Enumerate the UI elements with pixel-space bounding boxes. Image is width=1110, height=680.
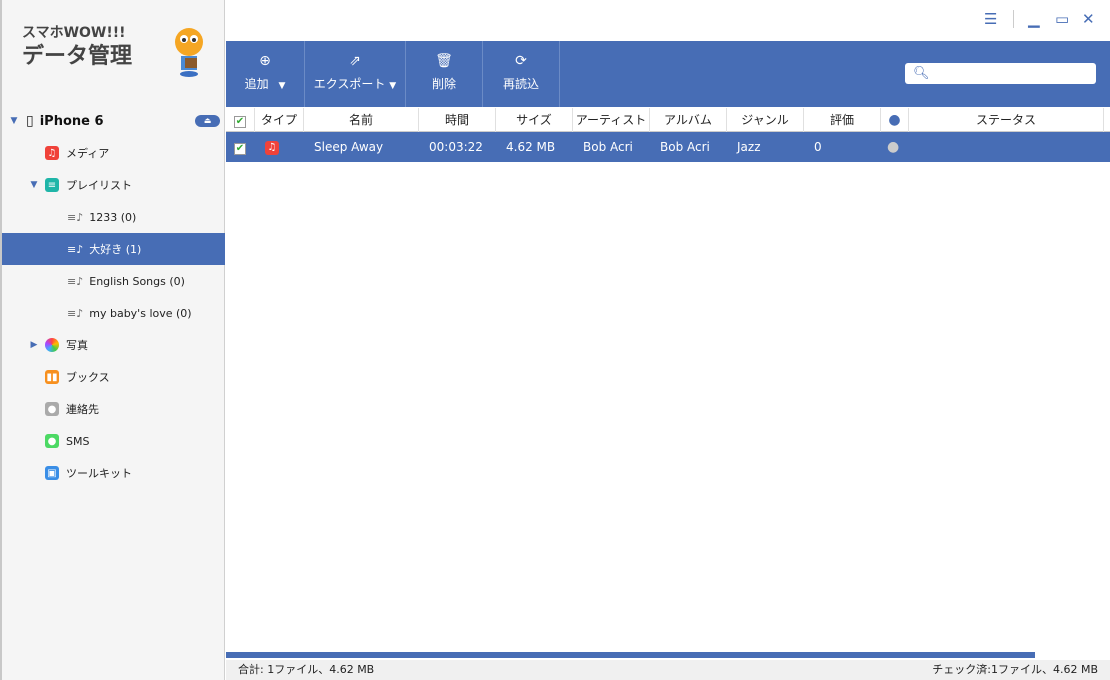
minimize-button[interactable]: ▁	[1028, 10, 1040, 28]
label: メディア	[66, 147, 110, 160]
label: 大好き (1)	[89, 243, 142, 256]
sidebar-item-books[interactable]: ▮▮ ブックス	[2, 361, 225, 393]
cell-album: Bob Acri	[660, 140, 710, 154]
playlist-icon: ≡	[45, 178, 59, 192]
col-time[interactable]: 時間	[419, 107, 496, 132]
feedback-icon[interactable]: ☰	[984, 10, 997, 28]
table-header: ✔ タイプ 名前 時間 サイズ アーティスト アルバム ジャンル 評価 ● ステ…	[226, 107, 1110, 132]
cell-artist: Bob Acri	[583, 140, 633, 154]
col-type[interactable]: タイプ	[255, 107, 304, 132]
music-type-icon: ♫	[255, 139, 304, 155]
total-summary: 合計: 1ファイル、4.62 MB	[238, 663, 375, 676]
export-button[interactable]: ⇗ エクスポート ▼	[305, 41, 406, 107]
cell-name: Sleep Away	[314, 140, 384, 154]
trash-icon: 🗑	[435, 53, 453, 69]
label: English Songs (0)	[89, 274, 185, 288]
col-album[interactable]: アルバム	[650, 107, 727, 132]
label: 写真	[66, 339, 88, 352]
label: プレイリスト	[66, 179, 132, 192]
table-row[interactable]: ✔ ♫ Sleep Away 00:03:22 4.62 MB Bob Acri…	[226, 132, 1110, 162]
playlist-item[interactable]: ≡♪ 1233 (0)	[2, 201, 225, 233]
label: ブックス	[66, 371, 110, 384]
col-genre[interactable]: ジャンル	[727, 107, 804, 132]
music-icon: ♫	[45, 146, 59, 160]
playlist-item[interactable]: ≡♪ my baby's love (0)	[2, 297, 225, 329]
divider	[1013, 10, 1014, 28]
status-bar: 合計: 1ファイル、4.62 MB チェック済:1ファイル、4.62 MB	[226, 660, 1110, 680]
playlist-icon: ≡♪	[67, 210, 84, 224]
label: 連絡先	[66, 403, 99, 416]
col-artist[interactable]: アーティスト	[573, 107, 650, 132]
sidebar-item-photos[interactable]: ▶ 写真	[2, 329, 225, 361]
device-iphone[interactable]: ▼ ▯ iPhone 6 ⏏	[2, 110, 225, 132]
row-checkbox[interactable]: ✔	[226, 140, 255, 155]
sidebar-item-sms[interactable]: ● SMS	[2, 425, 225, 457]
mascot-logo-icon	[175, 28, 203, 77]
device-name: iPhone 6	[39, 113, 104, 129]
label: SMS	[66, 434, 90, 448]
logo-line2: データ管理	[22, 44, 133, 69]
col-name[interactable]: 名前	[304, 107, 419, 132]
add-button[interactable]: ⊕ 追加 ▼	[226, 41, 305, 107]
plus-circle-icon: ⊕	[259, 53, 271, 69]
playlist-item[interactable]: ≡♪ English Songs (0)	[2, 265, 225, 297]
eject-button[interactable]: ⏏	[195, 115, 220, 127]
cell-size: 4.62 MB	[506, 140, 556, 154]
search-icon: 🔍︎	[913, 66, 930, 81]
col-status[interactable]: ステータス	[909, 107, 1104, 132]
col-size[interactable]: サイズ	[496, 107, 573, 132]
checked-summary: チェック済:1ファイル、4.62 MB	[932, 663, 1098, 676]
label: 追加	[244, 77, 269, 91]
cell-time: 00:03:22	[429, 140, 483, 154]
cell-rating: 0	[814, 140, 822, 154]
col-rating[interactable]: 評価	[804, 107, 881, 132]
phone-icon: ▯	[26, 113, 34, 129]
sidebar-item-toolkit[interactable]: ▣ ツールキット	[2, 457, 225, 489]
book-icon: ▮▮	[45, 370, 59, 384]
label: my baby's love (0)	[89, 306, 192, 320]
refresh-icon: ⟳	[515, 53, 527, 69]
playlist-icon: ≡♪	[67, 306, 84, 320]
dropdown-arrow-icon[interactable]: ▼	[389, 81, 396, 91]
playlist-icon: ≡♪	[67, 242, 84, 256]
reload-button[interactable]: ⟳ 再読込	[483, 41, 560, 107]
label: ツールキット	[66, 467, 132, 480]
itunes-status-icon: ●	[887, 139, 900, 155]
label: 削除	[431, 77, 456, 91]
sidebar-item-contacts[interactable]: ● 連絡先	[2, 393, 225, 425]
message-icon: ●	[45, 434, 59, 448]
label: 1233 (0)	[89, 210, 137, 224]
toolkit-icon: ▣	[45, 466, 59, 480]
playlist-item-selected[interactable]: ≡♪ 大好き (1)	[2, 233, 225, 265]
sidebar-item-playlist[interactable]: ▼ ≡ プレイリスト	[2, 169, 225, 201]
export-icon: ⇗	[349, 53, 361, 69]
contacts-icon: ●	[45, 402, 59, 416]
expand-arrow-icon[interactable]: ▼	[28, 180, 40, 190]
sidebar-item-media[interactable]: ♫ メディア	[2, 137, 225, 169]
sidebar: スマホWOW!!! データ管理 ▼ ▯ iPhone 6 ⏏ ♫ メディア ▼ ≡ プ…	[0, 0, 225, 680]
close-button[interactable]: ✕	[1082, 10, 1095, 28]
delete-button[interactable]: 🗑 削除	[406, 41, 483, 107]
collapse-arrow-icon[interactable]: ▼	[8, 116, 20, 126]
expand-arrow-icon[interactable]: ▶	[28, 340, 40, 350]
label: 再読込	[502, 77, 539, 91]
title-bar: ☰ ▁ ▭ ✕	[226, 0, 1110, 41]
search-input[interactable]: 🔍︎	[905, 63, 1096, 84]
col-itunes-icon[interactable]: ●	[881, 107, 909, 132]
photos-icon	[45, 338, 59, 352]
toolbar: ⊕ 追加 ▼ ⇗ エクスポート ▼ 🗑 削除 ⟳ 再読込 🔍︎	[226, 41, 1110, 107]
horizontal-scrollbar[interactable]	[226, 652, 1035, 658]
maximize-button[interactable]: ▭	[1055, 10, 1069, 28]
select-all-checkbox[interactable]: ✔	[226, 107, 255, 132]
cell-genre: Jazz	[737, 140, 761, 154]
label: エクスポート	[313, 77, 386, 91]
dropdown-arrow-icon[interactable]: ▼	[278, 81, 285, 91]
playlist-icon: ≡♪	[67, 274, 84, 288]
file-table: ✔ タイプ 名前 時間 サイズ アーティスト アルバム ジャンル 評価 ● ステ…	[226, 107, 1110, 162]
